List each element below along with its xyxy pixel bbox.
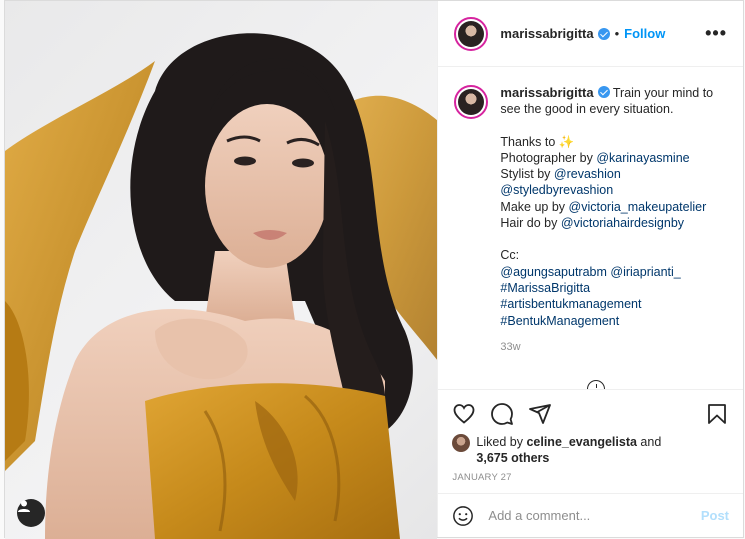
post-date[interactable]: JANUARY 27 bbox=[452, 472, 729, 483]
more-options-icon[interactable]: ••• bbox=[705, 23, 727, 44]
verified-badge-icon bbox=[597, 27, 610, 40]
heart-icon[interactable] bbox=[452, 402, 476, 426]
mention-link[interactable]: @victoriahairdesignby bbox=[561, 216, 684, 230]
caption: marissabrigitta Train your mind to see t… bbox=[454, 85, 727, 355]
mention-link[interactable]: @agungsaputrabm bbox=[500, 265, 607, 279]
cc-label: Cc: bbox=[500, 248, 520, 263]
liker-username[interactable]: celine_evangelista bbox=[526, 435, 636, 449]
photographer-label: Photographer by bbox=[500, 150, 593, 165]
makeup-label: Make up by bbox=[500, 199, 566, 214]
follow-button[interactable]: Follow bbox=[624, 26, 665, 41]
stylist-label: Stylist by bbox=[500, 167, 551, 182]
post-comment-button[interactable]: Post bbox=[701, 508, 729, 523]
emoji-icon[interactable] bbox=[452, 505, 474, 527]
separator-dot: • bbox=[614, 26, 620, 41]
mention-link[interactable]: @karinayasmine bbox=[596, 151, 689, 165]
portrait-illustration bbox=[5, 33, 438, 539]
likes-summary: Liked by celine_evangelista and 3,675 ot… bbox=[452, 434, 729, 466]
likes-others-link[interactable]: 3,675 others bbox=[476, 451, 549, 465]
thanks-text: Thanks to bbox=[500, 134, 556, 149]
action-bar: Liked by celine_evangelista and 3,675 ot… bbox=[438, 389, 743, 493]
caption-avatar[interactable] bbox=[454, 85, 489, 119]
mention-link[interactable]: @styledbyrevashion bbox=[500, 183, 613, 197]
liker-avatar[interactable] bbox=[452, 434, 471, 452]
hashtag-link[interactable]: #BentukManagement bbox=[500, 314, 619, 328]
bookmark-icon[interactable] bbox=[705, 402, 729, 426]
hashtag-link[interactable]: #artisbentukmanagement bbox=[500, 297, 641, 311]
caption-timestamp[interactable]: 33w bbox=[500, 339, 727, 355]
and-label: and bbox=[640, 435, 662, 449]
comment-icon[interactable] bbox=[490, 402, 514, 426]
load-more-comments-icon[interactable] bbox=[586, 380, 605, 389]
post-sidebar: marissabrigitta • Follow ••• marissabrig… bbox=[437, 1, 743, 537]
post-photo[interactable] bbox=[5, 1, 438, 539]
share-icon[interactable] bbox=[528, 402, 552, 426]
hashtag-link[interactable]: #MarissaBrigitta bbox=[500, 281, 590, 295]
mention-link[interactable]: @iriaprianti_ bbox=[610, 265, 680, 279]
add-comment-bar: Post bbox=[438, 493, 743, 537]
mention-link[interactable]: @victoria_makeupatelier bbox=[569, 200, 707, 214]
mention-link[interactable]: @revashion bbox=[554, 167, 621, 181]
caption-username[interactable]: marissabrigitta bbox=[500, 85, 593, 100]
post-header: marissabrigitta • Follow ••• bbox=[438, 1, 743, 67]
liked-by-label: Liked by bbox=[476, 435, 523, 449]
hair-label: Hair do by bbox=[500, 216, 558, 231]
sparkle-emoji: ✨ bbox=[558, 134, 575, 149]
user-tag-button[interactable] bbox=[17, 499, 45, 527]
header-username[interactable]: marissabrigitta bbox=[500, 26, 593, 41]
user-tag-icon bbox=[18, 500, 30, 512]
avatar[interactable] bbox=[454, 16, 489, 51]
caption-body: marissabrigitta Train your mind to see t… bbox=[500, 85, 727, 355]
comment-input[interactable] bbox=[488, 508, 701, 523]
verified-badge-icon bbox=[597, 86, 610, 98]
post-container: marissabrigitta • Follow ••• marissabrig… bbox=[4, 0, 744, 539]
comments-area: marissabrigitta Train your mind to see t… bbox=[438, 67, 743, 389]
